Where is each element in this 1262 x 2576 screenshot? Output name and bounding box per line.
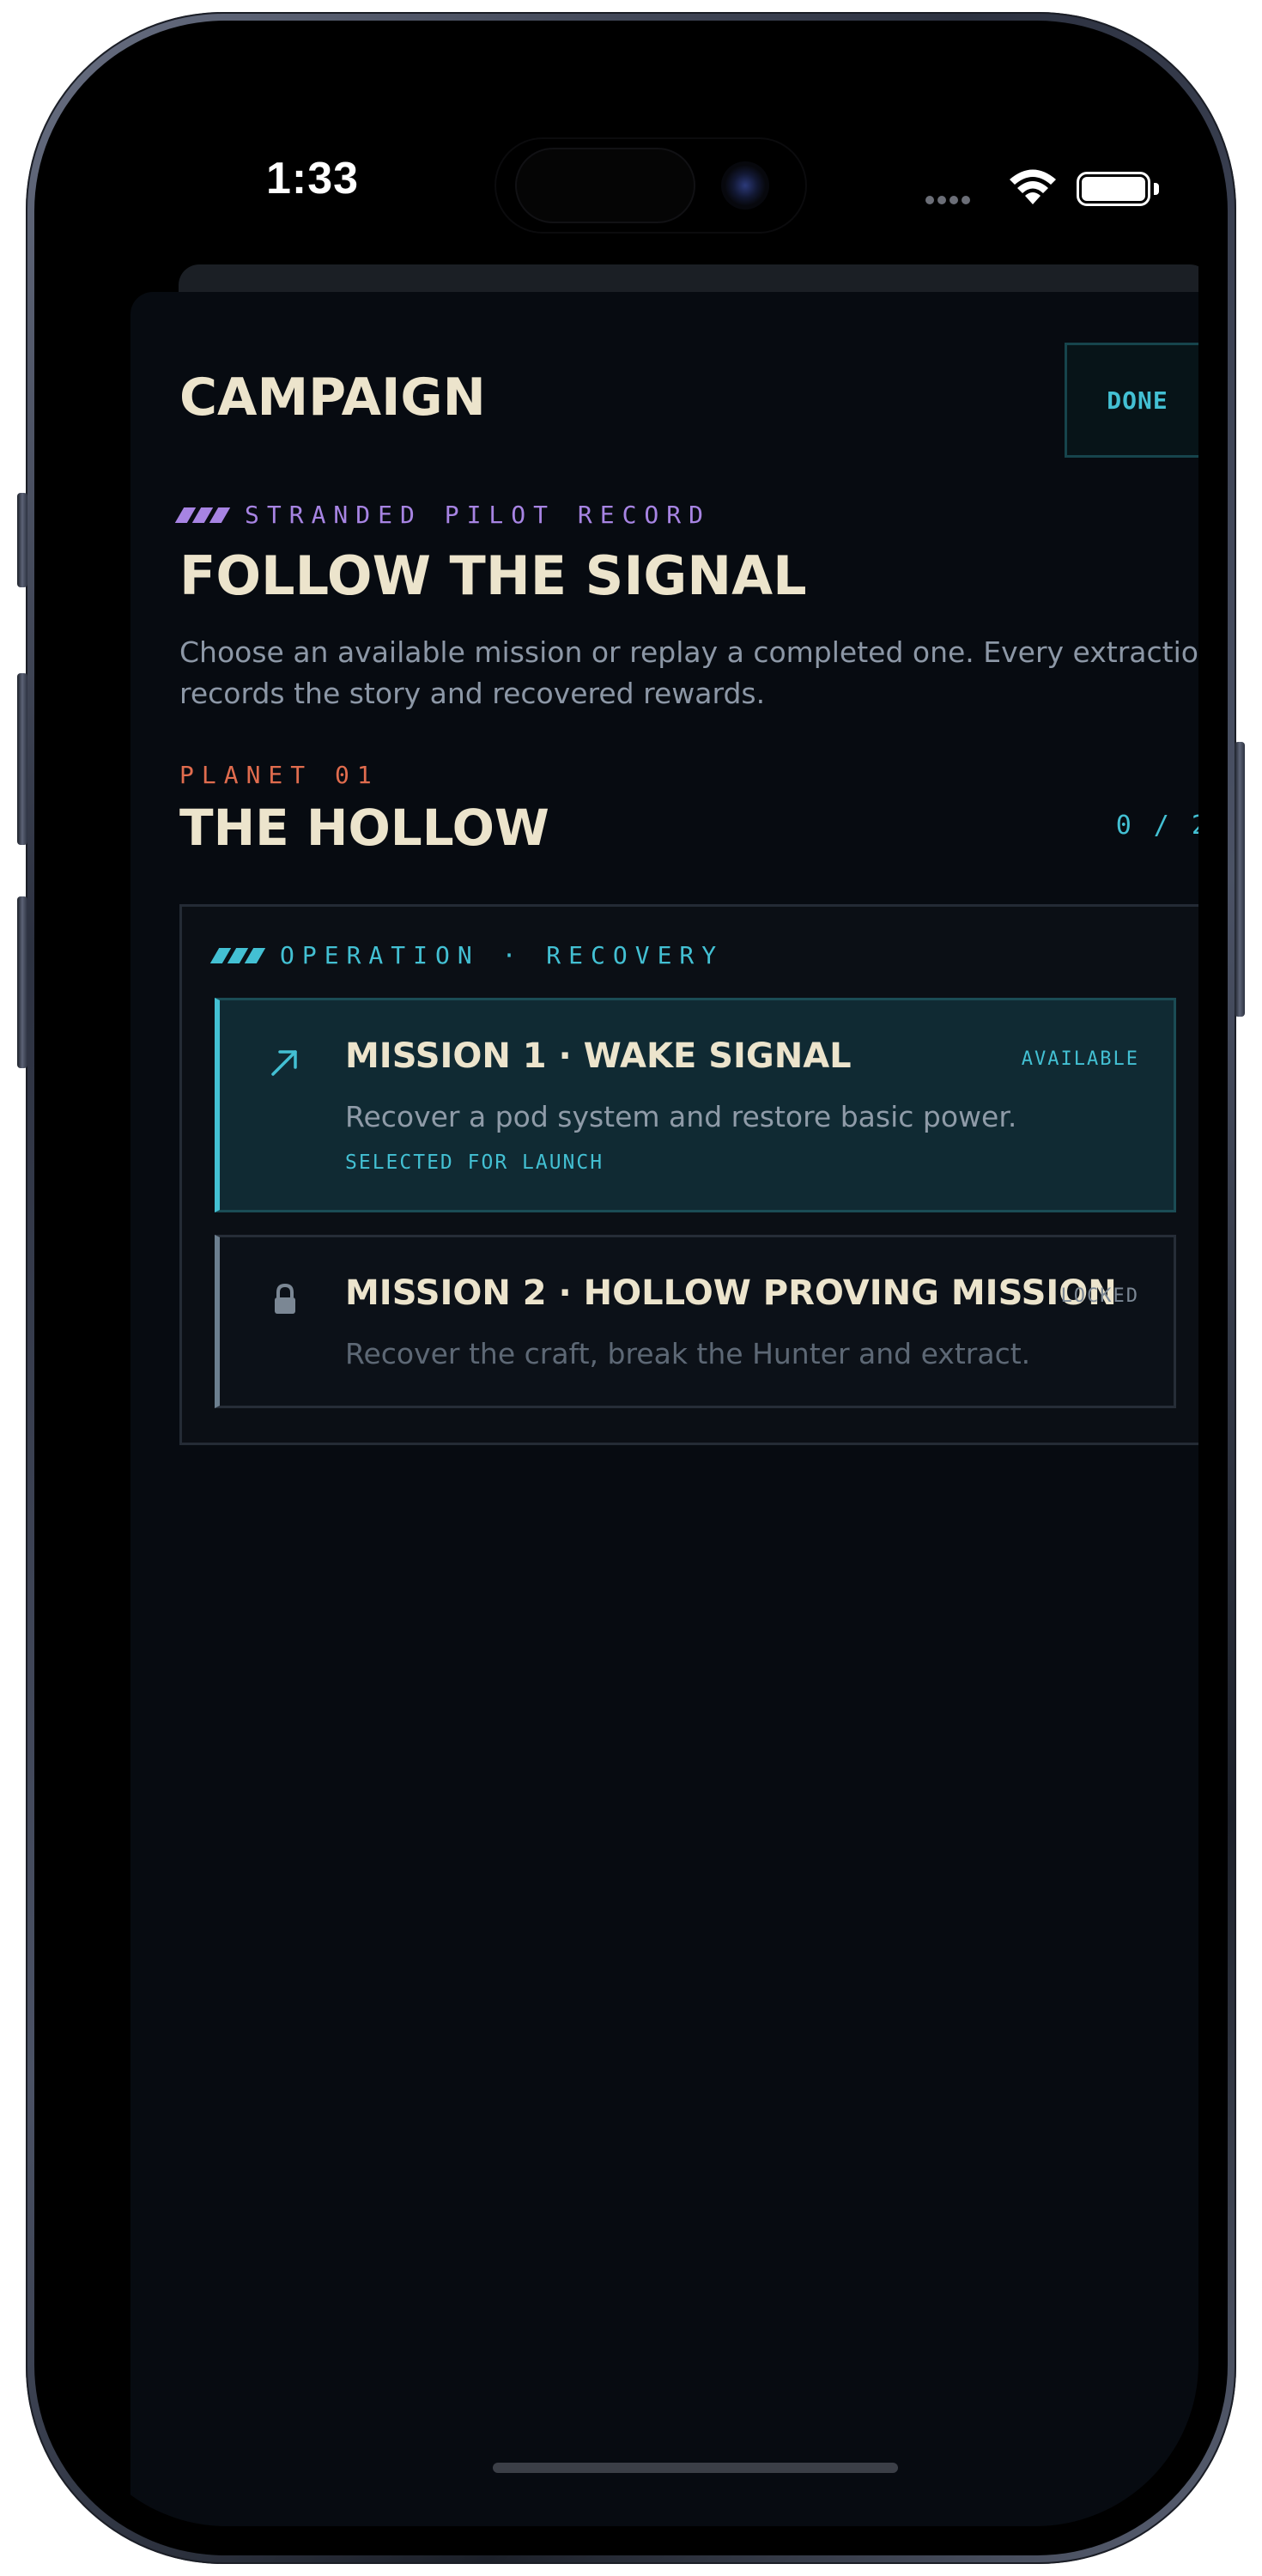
campaign-sheet: CAMPAIGN DONE STRANDED PILOT RECORD FOLL…	[130, 292, 1198, 2526]
record-headline: FOLLOW THE SIGNAL	[179, 544, 807, 607]
wifi-icon	[1010, 169, 1056, 204]
status-time: 1:33	[265, 154, 360, 204]
mission-status-badge: AVAILABLE	[1021, 1048, 1139, 1070]
signal-dot-icon	[950, 196, 958, 204]
operation-eyebrow-label: OPERATION · RECOVERY	[280, 941, 725, 969]
action-button	[17, 493, 27, 587]
record-eyebrow: STRANDED PILOT RECORD	[174, 501, 712, 529]
device-frame: 1:33 CAMPAIGN DONE STRANDED PILOT RECORD…	[17, 12, 1245, 2564]
planet-eyebrow: PLANET 01	[179, 761, 379, 789]
mission-title: MISSION 2 · HOLLOW PROVING MISSION	[345, 1273, 1117, 1313]
island-sensor	[515, 148, 695, 223]
signal-dot-icon	[962, 196, 970, 204]
sheet-title: CAMPAIGN	[179, 368, 486, 428]
operation-eyebrow: OPERATION · RECOVERY	[209, 941, 725, 969]
power-button	[1235, 742, 1245, 1017]
status-icons	[925, 168, 1174, 206]
record-eyebrow-label: STRANDED PILOT RECORD	[245, 501, 712, 529]
front-camera	[721, 161, 769, 210]
battery-level	[1082, 177, 1145, 201]
signal-dot-icon	[937, 196, 946, 204]
home-indicator[interactable]	[493, 2463, 898, 2473]
volume-down-button	[17, 896, 27, 1068]
planet-progress: 0 / 2	[1115, 811, 1198, 841]
battery-cap	[1154, 183, 1159, 195]
mission-card-hollow-proving[interactable]: MISSION 2 · HOLLOW PROVING MISSION LOCKE…	[215, 1235, 1176, 1408]
record-description: Choose an available mission or replay a …	[179, 635, 1198, 710]
done-button[interactable]: DONE	[1065, 343, 1198, 458]
stripes-icon	[174, 507, 231, 523]
dynamic-island	[496, 139, 805, 232]
mission-description: Recover the craft, break the Hunter and …	[345, 1337, 1031, 1370]
mission-title: MISSION 1 · WAKE SIGNAL	[345, 1036, 852, 1076]
battery-icon	[1077, 172, 1150, 206]
mission-selected-note: SELECTED FOR LAUNCH	[345, 1151, 604, 1174]
mission-card-wake-signal[interactable]: MISSION 1 · WAKE SIGNAL AVAILABLE Recove…	[215, 998, 1176, 1212]
screen: 1:33 CAMPAIGN DONE STRANDED PILOT RECORD…	[64, 50, 1198, 2526]
mission-description: Recover a pod system and restore basic p…	[345, 1100, 1017, 1133]
mission-status-badge: LOCKED	[1060, 1285, 1139, 1307]
planet-name: THE HOLLOW	[179, 799, 549, 857]
lock-icon	[275, 1283, 295, 1314]
operation-panel: OPERATION · RECOVERY MISSION 1 · WAKE SI…	[179, 904, 1198, 1445]
phone-bezel: 1:33 CAMPAIGN DONE STRANDED PILOT RECORD…	[34, 21, 1228, 2555]
volume-up-button	[17, 673, 27, 845]
arrow-up-right-icon	[271, 1050, 297, 1076]
signal-dot-icon	[925, 196, 934, 204]
stripes-icon	[209, 947, 266, 963]
